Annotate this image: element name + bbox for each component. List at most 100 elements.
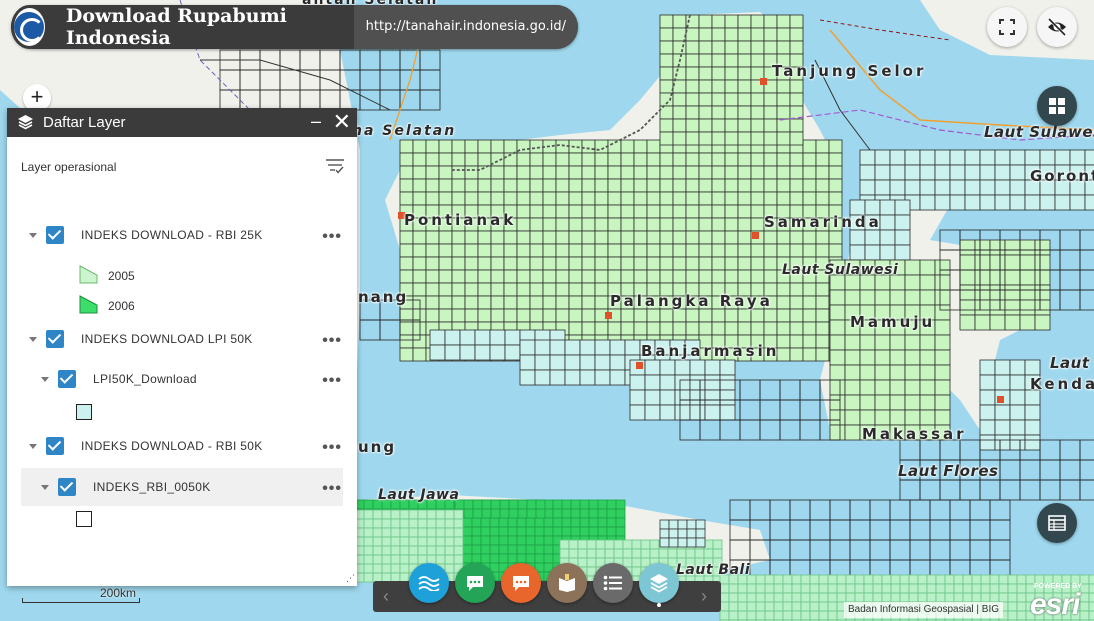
grid-cell [979, 434, 996, 451]
minimize-button[interactable]: – [311, 111, 321, 132]
grid-cell [829, 409, 846, 426]
more-options-icon[interactable]: ••• [322, 480, 342, 498]
toggle-visibility-button[interactable] [1037, 7, 1077, 47]
grid-cell [685, 243, 700, 258]
grid-cell [750, 165, 765, 180]
grid-cell [724, 92, 739, 107]
sublayer-row-indeks-rbi-0050k[interactable]: INDEKS_RBI_0050K ••• [21, 468, 343, 506]
layer-row-lpi50k[interactable]: INDEKS DOWNLOAD LPI 50K ••• [21, 322, 343, 358]
filter-icon[interactable] [325, 157, 345, 175]
grid-cell [698, 256, 713, 271]
grid-cell [412, 178, 427, 193]
grid-cell [644, 404, 661, 421]
grid-cell [763, 308, 778, 323]
grid-cell [698, 131, 713, 146]
grid-cell [728, 610, 739, 621]
fullscreen-button[interactable] [987, 7, 1027, 47]
grid-cell [504, 344, 521, 361]
grid-cell [934, 259, 951, 276]
chat-orange-button[interactable] [501, 563, 541, 603]
grid-cell [672, 321, 687, 336]
layer-row-rbi25k[interactable]: INDEKS DOWNLOAD - RBI 25K ••• [21, 218, 343, 254]
widget-grid-button[interactable] [1037, 86, 1077, 126]
grid-cell [802, 152, 817, 167]
grid-cell [711, 191, 726, 206]
big-logo-icon[interactable] [11, 5, 48, 49]
grid-cell [728, 601, 739, 612]
dock-next-button[interactable]: › [701, 586, 707, 607]
layer-checkbox[interactable] [46, 330, 64, 348]
grid-cell [737, 105, 752, 120]
grid-cell [859, 289, 876, 306]
chat-green-button[interactable] [455, 563, 495, 603]
grid-cell [425, 295, 440, 310]
expand-caret-icon[interactable] [29, 337, 37, 342]
grid-cell [809, 519, 831, 541]
map-book-button[interactable] [547, 563, 587, 603]
grid-cell [776, 92, 791, 107]
layer-list-button[interactable] [639, 563, 679, 603]
grid-cell [1059, 249, 1081, 271]
expand-caret-icon[interactable] [41, 377, 49, 382]
grid-cell [474, 329, 491, 346]
grid-cell [498, 517, 509, 528]
grid-cell [724, 204, 739, 219]
grid-cell [516, 178, 531, 193]
app-title: Download Rupabumi Indonesia [65, 5, 287, 49]
grid-cell [412, 230, 427, 245]
grid-cell [607, 204, 622, 219]
grid-cell [845, 583, 856, 594]
legend-list-button[interactable] [593, 563, 633, 603]
grid-cell [620, 321, 635, 336]
grid-cell [646, 308, 661, 323]
grid-cell [451, 230, 466, 245]
layer-checkbox[interactable] [58, 478, 76, 496]
layer-checkbox[interactable] [46, 437, 64, 455]
grid-cell [724, 40, 739, 55]
grid-cell [379, 49, 401, 71]
layer-checkbox[interactable] [58, 370, 76, 388]
resize-grip-icon[interactable]: ⋰ [346, 573, 355, 584]
grid-cell [1019, 269, 1036, 286]
dock-prev-button[interactable]: ‹ [383, 586, 389, 607]
more-options-icon[interactable]: ••• [322, 228, 342, 246]
grid-cell [594, 321, 609, 336]
grid-cell [929, 539, 951, 561]
grid-cell [979, 374, 996, 391]
layer-row-rbi50k[interactable]: INDEKS DOWNLOAD - RBI 50K ••• [21, 429, 343, 465]
grid-cell [854, 574, 865, 585]
grid-cell [435, 518, 446, 529]
sublayer-row-lpi50k-download[interactable]: LPI50K_Download ••• [21, 362, 343, 398]
more-options-icon[interactable]: ••• [322, 439, 342, 457]
grid-cell [379, 69, 401, 91]
close-button[interactable]: ✕ [333, 108, 351, 135]
attribute-table-button[interactable] [1037, 503, 1077, 543]
grid-cell [776, 295, 791, 310]
grid-cell [737, 204, 752, 219]
grid-cell [773, 592, 784, 603]
grid-cell [719, 359, 736, 376]
grid-cell [633, 152, 648, 167]
grid-cell [1088, 583, 1094, 594]
grid-cell [789, 334, 804, 349]
expand-caret-icon[interactable] [29, 444, 37, 449]
grid-cell [939, 439, 961, 461]
more-options-icon[interactable]: ••• [322, 372, 342, 390]
grid-cell [724, 165, 739, 180]
grid-cell [1009, 404, 1026, 421]
grid-cell [581, 243, 596, 258]
grid-cell [711, 256, 726, 271]
layer-checkbox[interactable] [46, 226, 64, 244]
grid-cell [363, 518, 374, 529]
grid-cell [737, 217, 752, 232]
esri-logo[interactable]: esri [1030, 588, 1080, 621]
grid-cell [542, 308, 557, 323]
grid-cell [763, 118, 778, 133]
basemap-button[interactable] [409, 563, 449, 603]
expand-caret-icon[interactable] [41, 485, 49, 490]
expand-caret-icon[interactable] [29, 233, 37, 238]
more-options-icon[interactable]: ••• [322, 332, 342, 350]
app-url-link[interactable]: http://tanahair.indonesia.go.id/ [353, 5, 578, 49]
grid-cell [1004, 239, 1021, 256]
grid-cell [425, 230, 440, 245]
